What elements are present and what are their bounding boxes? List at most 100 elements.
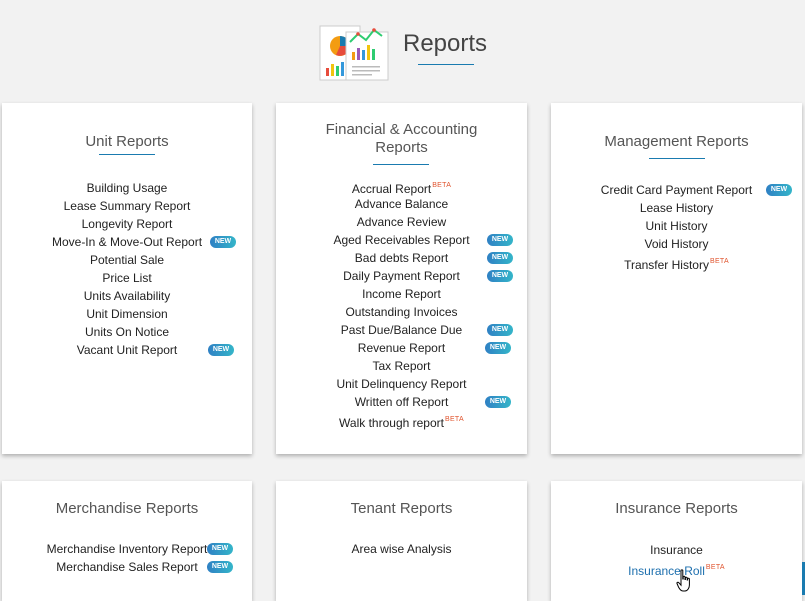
tenant-reports-list: Area wise Analysis <box>276 540 527 558</box>
report-link-label: Void History <box>644 237 709 251</box>
report-link-outstanding-invoices[interactable]: Outstanding Invoices <box>276 303 527 321</box>
tenant-reports-card: Tenant Reports Area wise Analysis <box>276 481 527 601</box>
report-link-accrual[interactable]: Accrual ReportBETA <box>276 177 527 196</box>
report-link-void-history[interactable]: Void History <box>551 235 802 253</box>
report-link-past-due[interactable]: Past Due/Balance Due NEW <box>276 321 527 339</box>
card-title-line1: Financial & Accounting <box>325 121 478 138</box>
new-badge: NEW <box>207 543 233 555</box>
new-badge: NEW <box>487 252 513 264</box>
report-link-insurance[interactable]: Insurance <box>551 541 802 559</box>
report-link-walk-through[interactable]: Walk through reportBETA <box>276 411 527 430</box>
card-title-underline <box>99 154 155 155</box>
report-link-label: Lease History <box>639 201 714 215</box>
report-link-label: Merchandise Sales Report <box>56 560 198 574</box>
report-link-daily-payment[interactable]: Daily Payment Report NEW <box>276 267 527 285</box>
report-link-bad-debts[interactable]: Bad debts Report NEW <box>276 249 527 267</box>
management-reports-card: Management Reports Credit Card Payment R… <box>551 103 802 454</box>
report-link-label: Transfer History <box>624 258 709 272</box>
report-link-written-off[interactable]: Written off Report NEW <box>276 393 527 411</box>
beta-tag: BETA <box>705 564 725 571</box>
card-title-underline <box>373 164 429 165</box>
report-link-unit-delinquency[interactable]: Unit Delinquency Report <box>276 375 527 393</box>
card-title: Unit Reports <box>85 133 169 150</box>
new-badge: NEW <box>487 270 513 282</box>
report-link-label: Area wise Analysis <box>351 542 452 556</box>
report-link-building-usage[interactable]: Building Usage <box>2 179 252 197</box>
report-link-label: Price List <box>102 271 152 285</box>
report-link-lease-summary[interactable]: Lease Summary Report <box>2 197 252 215</box>
report-link-label: Merchandise Inventory Report <box>46 542 208 556</box>
new-badge: NEW <box>487 324 513 336</box>
card-title-underline <box>649 158 705 159</box>
report-link-label: Accrual Report <box>351 182 432 196</box>
report-link-label: Revenue Report <box>357 341 446 355</box>
card-title: Management Reports <box>604 133 749 150</box>
report-link-longevity[interactable]: Longevity Report <box>2 215 252 233</box>
page-title: Reports <box>403 30 488 57</box>
report-link-label: Unit Delinquency Report <box>336 377 467 391</box>
report-link-label: Units Availability <box>83 289 171 303</box>
report-link-label: Daily Payment Report <box>343 269 460 283</box>
reports-illustration-icon <box>319 25 389 81</box>
report-link-units-availability[interactable]: Units Availability <box>2 287 252 305</box>
report-link-label: Longevity Report <box>81 217 173 231</box>
report-link-label: Written off Report <box>354 395 449 409</box>
card-title: Merchandise Reports <box>55 500 199 517</box>
unit-reports-card: Unit Reports Building Usage Lease Summar… <box>2 103 252 454</box>
new-badge: NEW <box>485 342 511 354</box>
page-header: Reports <box>0 0 805 90</box>
new-badge: NEW <box>487 234 513 246</box>
report-link-label: Building Usage <box>86 181 168 195</box>
report-link-credit-card-payment[interactable]: Credit Card Payment Report NEW <box>551 181 802 199</box>
card-title-line2: Reports <box>375 139 428 156</box>
report-link-label: Advance Review <box>356 215 447 229</box>
report-link-tax[interactable]: Tax Report <box>276 357 527 375</box>
report-link-label: Units On Notice <box>84 325 170 339</box>
new-badge: NEW <box>485 396 511 408</box>
report-link-label: Walk through report <box>339 416 444 430</box>
report-link-advance-review[interactable]: Advance Review <box>276 213 527 231</box>
report-link-label: Past Due/Balance Due <box>340 323 463 337</box>
report-link-advance-balance[interactable]: Advance Balance <box>276 195 527 213</box>
report-link-label: Lease Summary Report <box>63 199 191 213</box>
report-link-label: Aged Receivables Report <box>333 233 470 247</box>
unit-reports-list: Building Usage Lease Summary Report Long… <box>2 179 252 359</box>
report-link-label: Outstanding Invoices <box>345 305 458 319</box>
report-link-label: Vacant Unit Report <box>76 343 178 357</box>
report-link-vacant-unit[interactable]: Vacant Unit Report NEW <box>2 341 252 359</box>
card-title: Tenant Reports <box>350 500 453 517</box>
new-badge: NEW <box>207 561 233 573</box>
new-badge: NEW <box>208 344 234 356</box>
financial-reports-card: Financial & Accounting Reports Accrual R… <box>276 103 527 454</box>
report-link-income[interactable]: Income Report <box>276 285 527 303</box>
report-link-label: Unit Dimension <box>86 307 168 321</box>
new-badge: NEW <box>210 236 236 248</box>
management-reports-list: Credit Card Payment Report NEW Lease Hist… <box>551 181 802 272</box>
report-link-label: Insurance <box>650 543 703 557</box>
title-underline <box>418 64 474 65</box>
report-link-price-list[interactable]: Price List <box>2 269 252 287</box>
report-link-transfer-history[interactable]: Transfer HistoryBETA <box>551 253 802 272</box>
report-link-label: Potential Sale <box>89 253 165 267</box>
report-link-move-in-move-out[interactable]: Move-In & Move-Out Report NEW <box>2 233 252 251</box>
new-badge: NEW <box>766 184 792 196</box>
report-link-label: Bad debts Report <box>354 251 449 265</box>
financial-reports-list: Accrual ReportBETA Advance Balance Advan… <box>276 177 527 430</box>
card-title: Insurance Reports <box>615 500 738 517</box>
report-link-unit-history[interactable]: Unit History <box>551 217 802 235</box>
report-link-label: Unit History <box>645 219 708 233</box>
report-link-unit-dimension[interactable]: Unit Dimension <box>2 305 252 323</box>
report-link-potential-sale[interactable]: Potential Sale <box>2 251 252 269</box>
report-link-merchandise-sales[interactable]: Merchandise Sales Report NEW <box>2 558 252 576</box>
hand-pointer-cursor-icon <box>676 569 690 592</box>
report-link-units-on-notice[interactable]: Units On Notice <box>2 323 252 341</box>
report-link-aged-receivables[interactable]: Aged Receivables Report NEW <box>276 231 527 249</box>
report-link-revenue[interactable]: Revenue Report NEW <box>276 339 527 357</box>
beta-tag: BETA <box>709 258 729 265</box>
report-link-label: Tax Report <box>372 359 431 373</box>
report-link-merchandise-inventory[interactable]: Merchandise Inventory Report NEW <box>2 540 252 558</box>
merchandise-reports-card: Merchandise Reports Merchandise Inventor… <box>2 481 252 601</box>
report-link-lease-history[interactable]: Lease History <box>551 199 802 217</box>
report-link-area-wise-analysis[interactable]: Area wise Analysis <box>276 540 527 558</box>
merchandise-reports-list: Merchandise Inventory Report NEW Merchand… <box>2 540 252 576</box>
